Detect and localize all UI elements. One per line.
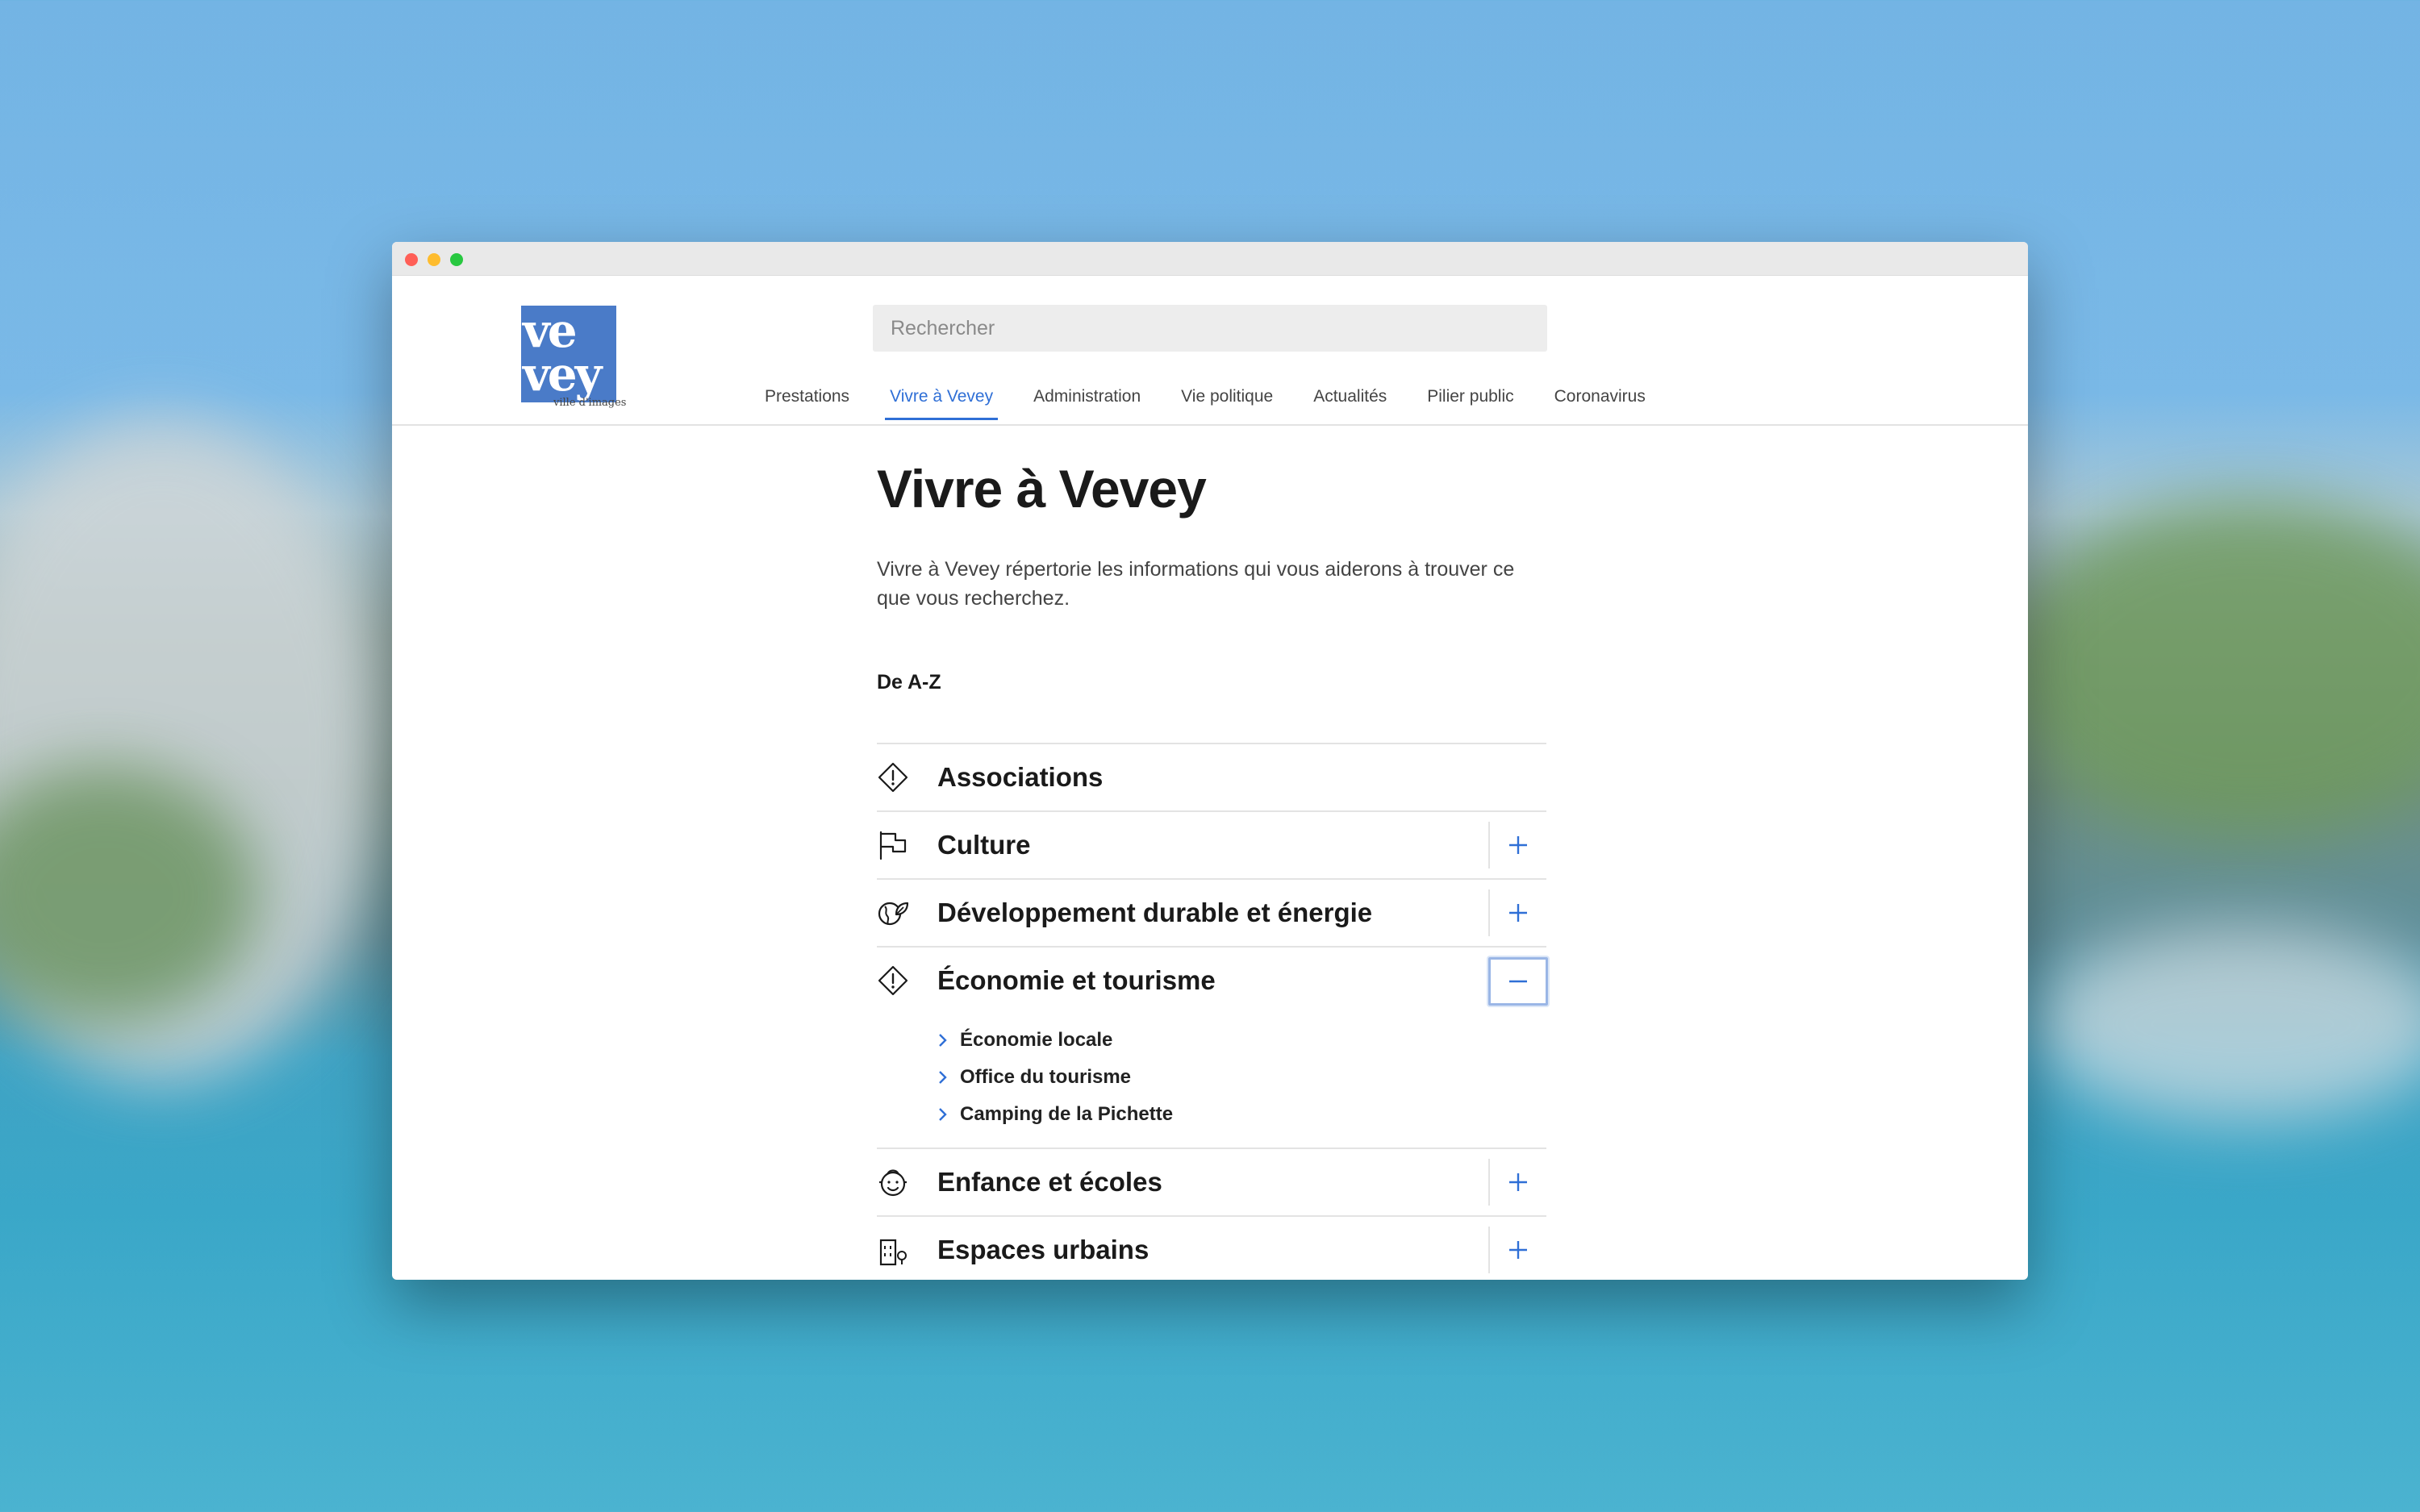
accordion-title: Espaces urbains — [937, 1235, 1150, 1264]
intro-text: Vivre à Vevey répertorie les information… — [877, 558, 1515, 610]
accordion-title: Culture — [937, 830, 1031, 860]
nav-item-prestations[interactable]: Prestations — [765, 387, 849, 420]
accordion-row-associations[interactable]: Associations — [877, 743, 1546, 810]
logo-line-2: vey — [523, 347, 602, 402]
nav-item-coronavirus[interactable]: Coronavirus — [1554, 387, 1646, 420]
sub-link-economie-locale[interactable]: Économie locale — [937, 1022, 1546, 1059]
main-content: Vivre à Vevey Vivre à Vevey répertorie l… — [877, 427, 1548, 1280]
accordion-title: Développement durable et énergie — [937, 898, 1373, 927]
expand-button[interactable] — [1488, 1227, 1546, 1273]
vevey-logo[interactable]: ve vey — [521, 306, 616, 402]
title-bar — [392, 242, 2028, 276]
leaf-globe-icon — [878, 902, 909, 926]
chevron-right-icon — [939, 1108, 947, 1121]
nav-item-vivre-a-vevey[interactable]: Vivre à Vevey — [885, 387, 999, 420]
sub-link-office-du-tourisme[interactable]: Office du tourisme — [937, 1059, 1546, 1096]
browser-window: ve vey ville d'images Prestations Vivre … — [392, 242, 2028, 1280]
background-hillside — [2001, 500, 2420, 839]
accordion-row-economie-tourisme[interactable]: Économie et tourisme — [877, 946, 1548, 1014]
building-tree-icon — [879, 1239, 907, 1266]
accordion-title: Économie et tourisme — [937, 965, 1216, 995]
expand-button[interactable] — [1488, 822, 1546, 868]
alert-diamond-icon — [878, 762, 908, 793]
alert-diamond-icon — [878, 965, 908, 996]
nav-item-vie-politique[interactable]: Vie politique — [1181, 387, 1273, 420]
az-heading: De A-Z — [877, 671, 941, 694]
accordion-row-enfance-ecoles[interactable]: Enfance et écoles — [877, 1148, 1546, 1215]
sub-link-camping-pichette[interactable]: Camping de la Pichette — [937, 1096, 1546, 1133]
sub-link-label: Office du tourisme — [960, 1066, 1132, 1088]
accordion-row-culture[interactable]: Culture — [877, 810, 1546, 878]
plus-icon — [1509, 836, 1527, 854]
chevron-right-icon — [939, 1034, 947, 1047]
nav-item-actualites[interactable]: Actualités — [1313, 387, 1387, 420]
collapse-button[interactable] — [1488, 957, 1548, 1006]
accordion-title: Enfance et écoles — [937, 1167, 1162, 1197]
child-face-icon — [879, 1169, 907, 1197]
main-nav: Prestations Vivre à Vevey Administration… — [765, 387, 1686, 420]
sub-link-label: Économie locale — [960, 1029, 1113, 1051]
accordion-row-espaces-urbains[interactable]: Espaces urbains — [877, 1215, 1546, 1280]
maximize-window-button[interactable] — [450, 253, 463, 266]
accordion-row-developpement-durable[interactable]: Développement durable et énergie — [877, 878, 1546, 946]
nav-item-pilier-public[interactable]: Pilier public — [1427, 387, 1513, 420]
minimize-window-button[interactable] — [428, 253, 440, 266]
expand-button[interactable] — [1488, 889, 1546, 936]
plus-icon — [1509, 904, 1527, 922]
expand-button[interactable] — [1488, 1159, 1546, 1206]
accordion-panel-economie-tourisme: Économie locale Office du tourisme Campi… — [877, 1014, 1546, 1148]
logo-line-1: ve — [523, 303, 578, 358]
flag-icon — [879, 831, 907, 860]
accordion: Associations Culture Développement durab… — [877, 743, 1548, 1280]
sub-link-label: Camping de la Pichette — [960, 1103, 1174, 1125]
accordion-title: Associations — [937, 762, 1104, 792]
plus-icon — [1509, 1173, 1527, 1191]
nav-item-administration[interactable]: Administration — [1033, 387, 1141, 420]
background-shore — [2033, 927, 2420, 1121]
page-title: Vivre à Vevey — [877, 459, 1207, 519]
close-window-button[interactable] — [405, 253, 418, 266]
site-header: ve vey ville d'images Prestations Vivre … — [392, 276, 2028, 426]
plus-icon — [1509, 1241, 1527, 1259]
minus-icon — [1509, 980, 1527, 983]
logo-tagline: ville d'images — [553, 397, 627, 409]
chevron-right-icon — [939, 1071, 947, 1084]
search-input[interactable] — [873, 305, 1547, 352]
